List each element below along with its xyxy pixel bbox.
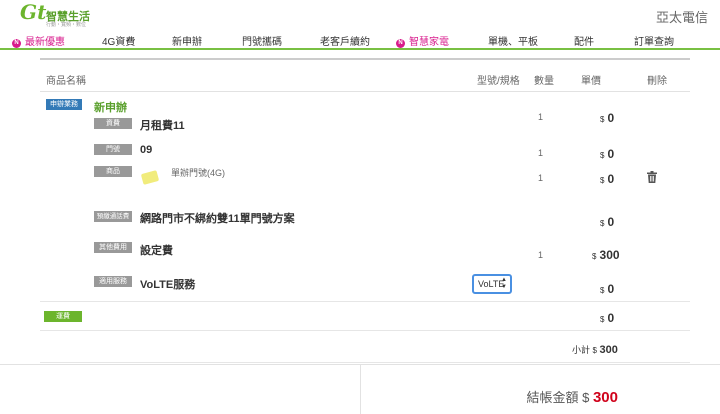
row-tag: 預繳通話費 [94, 211, 132, 222]
logo[interactable]: Gt 智慧生活 行動・寬頻・數位 [20, 0, 110, 28]
fee-qty: 1 [538, 250, 544, 260]
row-tag: 適用服務 [94, 276, 132, 287]
checkout-total: 結帳金額 $ 300 [526, 389, 618, 406]
main-nav: N 最新優惠 4G資費 新申辦 門號攜碼 老客戶續約 N 智慧家電 單機、平板 配件… [0, 30, 720, 50]
row-tag: 門號 [94, 144, 132, 155]
promo-name: 網路門市不綁約雙11單門號方案 [140, 213, 295, 225]
nav-item-renewal[interactable]: 老客戶續約 [320, 33, 370, 48]
section-badge: 申辦業務 [46, 99, 82, 110]
col-qty: 數量 [534, 76, 554, 87]
fee-name: 設定費 [140, 245, 173, 257]
divider [40, 330, 690, 331]
row-tag: 其他費用 [94, 242, 132, 253]
plan-price: $ 0 [600, 111, 615, 125]
plan-qty: 1 [538, 112, 544, 122]
col-delete: 刪除 [647, 76, 667, 87]
phone-number: 09 [140, 144, 153, 156]
col-product: 商品名稱 [46, 76, 86, 87]
col-unit-price: 單價 [581, 76, 601, 87]
volte-select[interactable]: VoLTE ▲ ▼ [472, 274, 512, 294]
number-price: $ 0 [600, 147, 615, 161]
shipping-badge: 運費 [44, 311, 82, 322]
nav-item-latest-offers[interactable]: N 最新優惠 [12, 33, 65, 48]
service-price: $ 0 [600, 282, 615, 296]
select-arrows-icon: ▲ ▼ [501, 277, 507, 290]
service-name: VoLTE服務 [140, 279, 196, 291]
divider [40, 301, 690, 302]
logo-mark: Gt [20, 0, 47, 24]
product-price: $ 0 [600, 172, 615, 186]
promo-price: $ 0 [600, 215, 615, 229]
plan-name: 月租費11 [140, 120, 185, 132]
sim-card-icon [140, 170, 160, 185]
top-bar: Gt 智慧生活 行動・寬頻・數位 亞太電信 [0, 0, 720, 30]
col-model: 型號/規格 [477, 76, 520, 87]
nav-item-order-lookup[interactable]: 訂單查詢 [634, 33, 674, 48]
nav-item-devices-tablets[interactable]: 單機、平板 [488, 33, 538, 48]
nav-item-4g-plans[interactable]: 4G資費 [102, 33, 135, 48]
nav-item-accessories[interactable]: 配件 [574, 33, 594, 48]
section-title: 新申辦 [94, 102, 127, 114]
fee-price: $ 300 [592, 248, 620, 262]
nav-item-new-application[interactable]: 新申辦 [172, 33, 202, 48]
new-badge-icon: N [12, 39, 21, 48]
new-badge-icon: N [396, 39, 405, 48]
trash-icon[interactable] [647, 171, 657, 183]
nav-item-smart-appliances[interactable]: N 智慧家電 [396, 33, 449, 48]
row-tag: 商品 [94, 166, 132, 177]
table-header: 商品名稱 型號/規格 數量 單價 刪除 [40, 58, 690, 92]
product-name[interactable]: 單辦門號(4G) [171, 166, 225, 179]
nav-item-number-porting[interactable]: 門號攜碼 [242, 33, 282, 48]
number-qty: 1 [538, 148, 544, 158]
subtotal: 小計 $ 300 [572, 344, 618, 356]
row-tag: 資費 [94, 118, 132, 129]
logo-tagline: 行動・寬頻・數位 [46, 22, 87, 28]
shipping-price: $ 0 [600, 311, 615, 325]
footer-column-divider [360, 364, 361, 414]
product-qty: 1 [538, 173, 544, 183]
divider [40, 362, 690, 363]
company-name: 亞太電信 [655, 10, 708, 25]
